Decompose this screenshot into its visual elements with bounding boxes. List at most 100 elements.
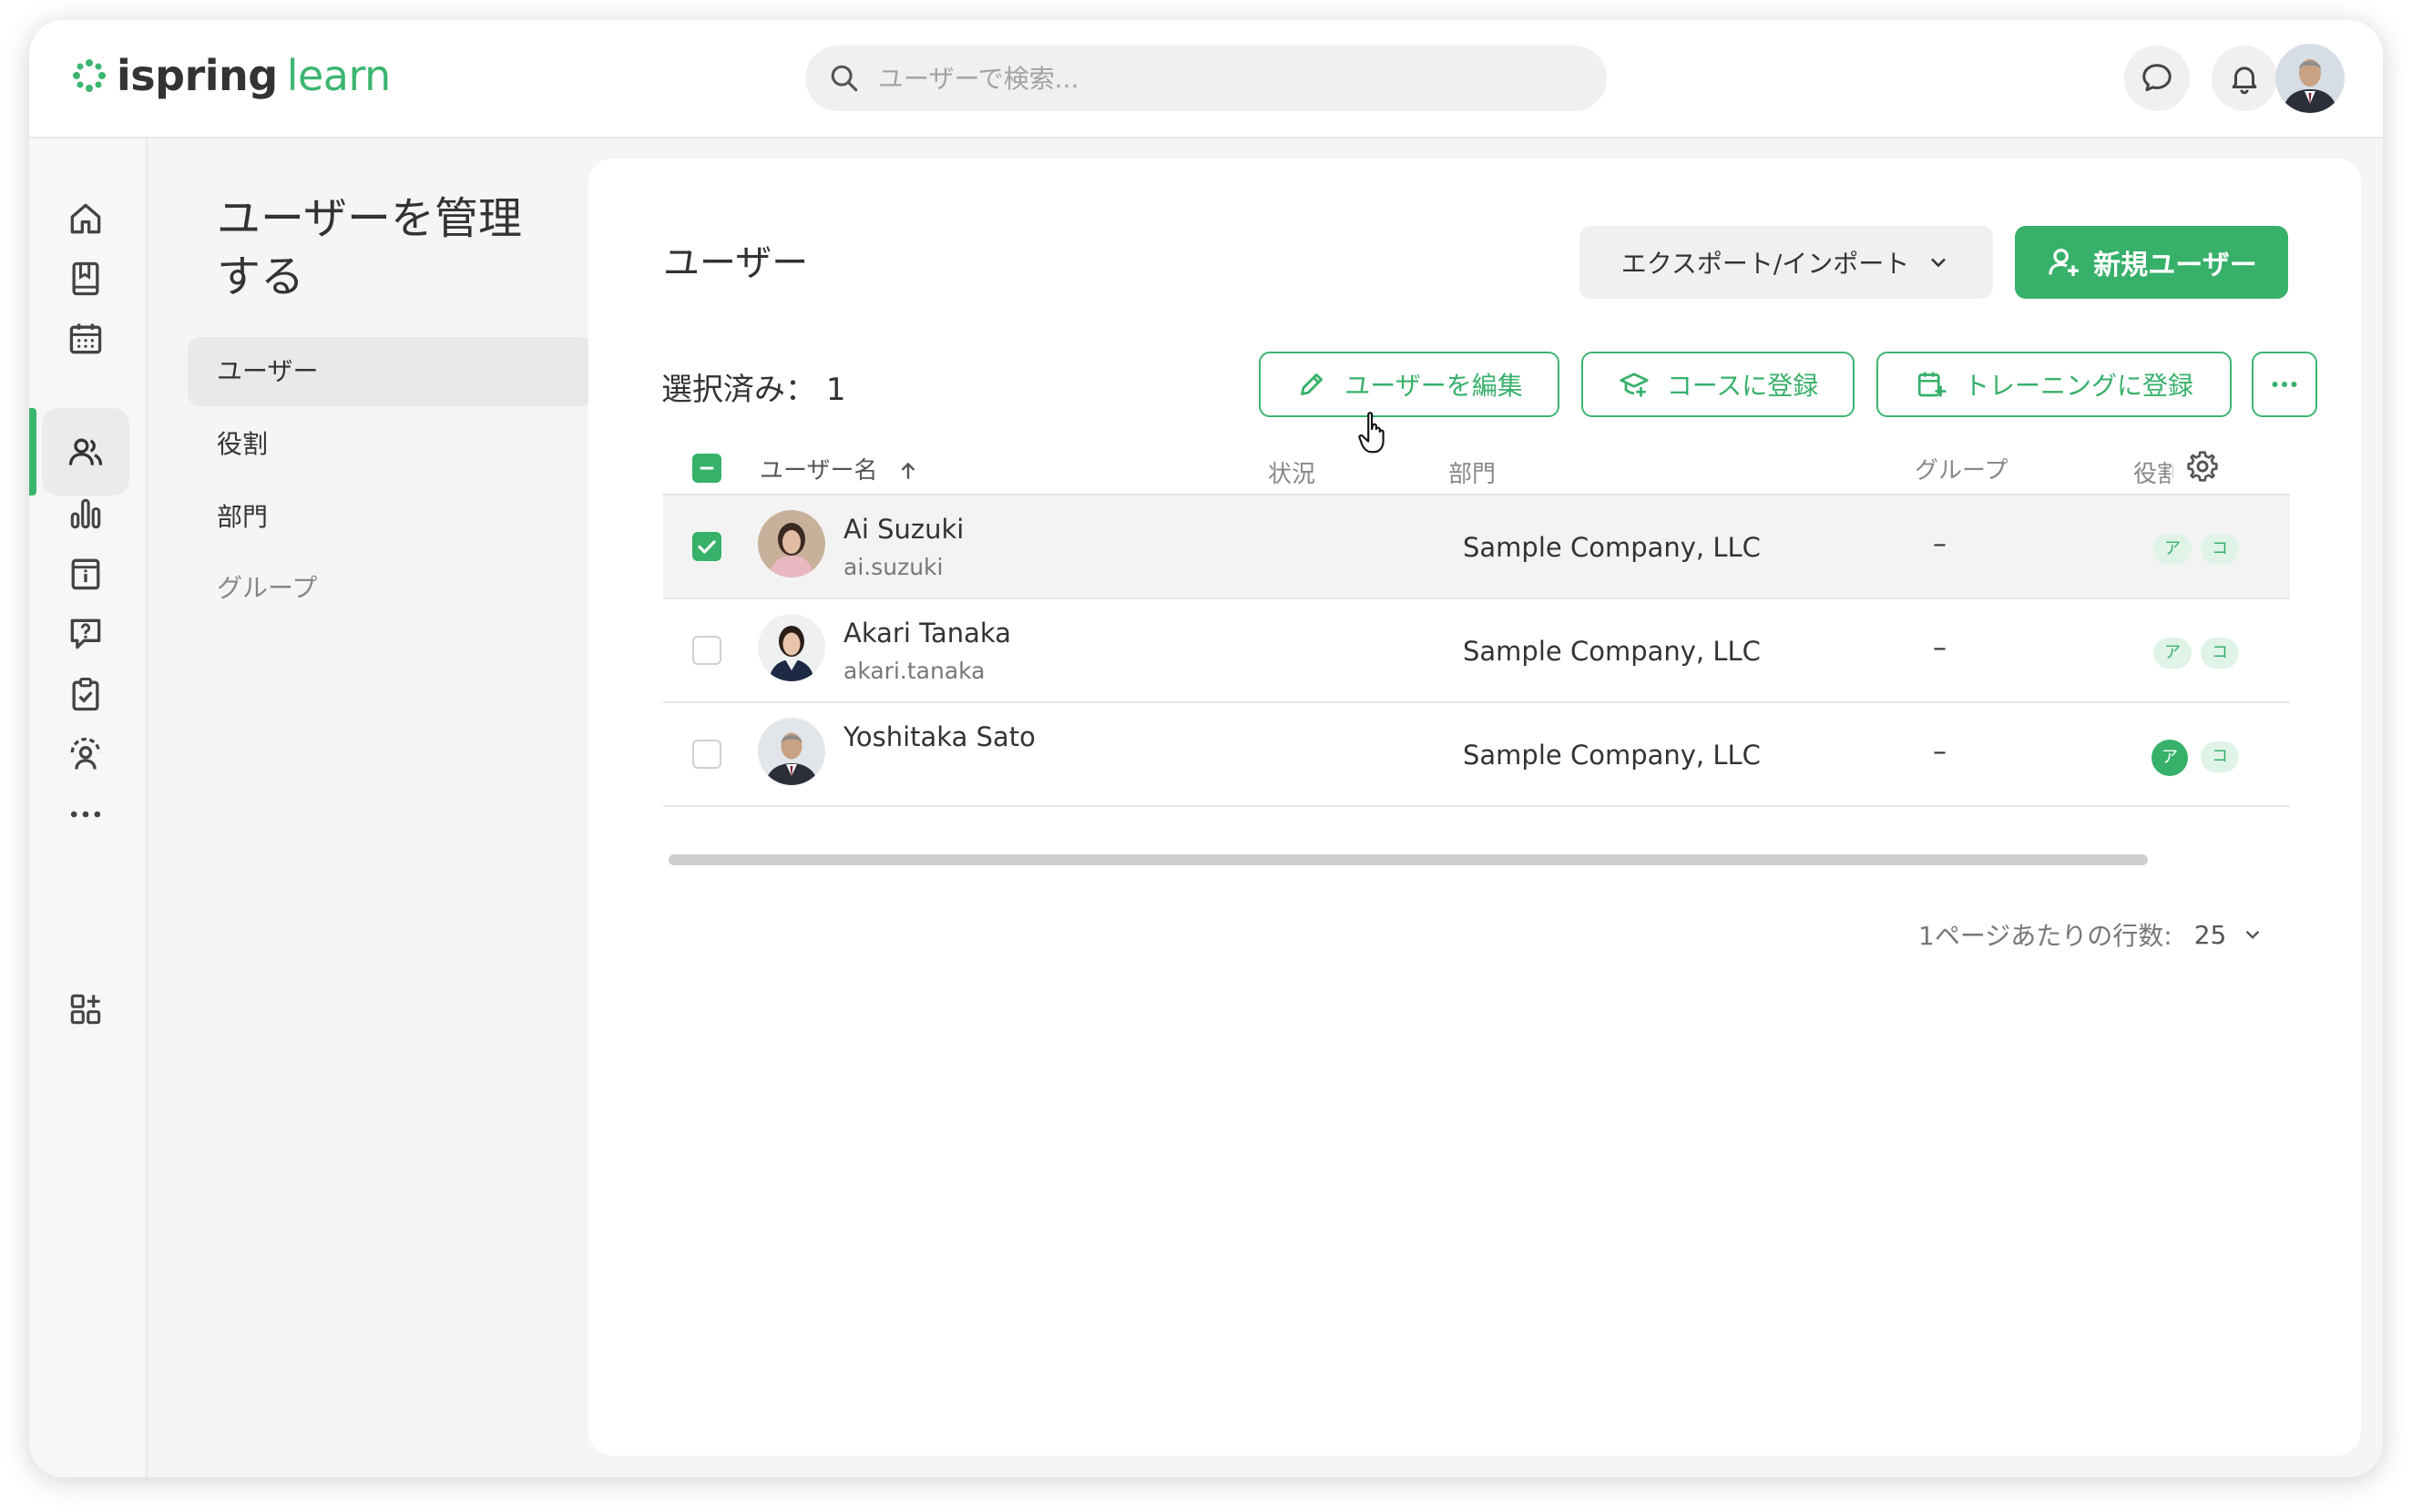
pencil-icon: [1301, 373, 1324, 395]
subnav-item-roles[interactable]: 役割: [188, 410, 594, 479]
calendar-add-icon: [1917, 372, 1947, 397]
support-icon: [70, 737, 101, 770]
rail-apps[interactable]: [42, 965, 129, 1053]
search-input[interactable]: [876, 62, 1572, 95]
role-badge: ア: [2153, 534, 2192, 565]
search-bar[interactable]: [805, 46, 1607, 111]
ispring-logo[interactable]: ispring learn: [69, 51, 391, 100]
user-department: Sample Company, LLC: [1463, 636, 1761, 667]
edit-user-button[interactable]: ユーザーを編集: [1259, 352, 1559, 417]
avatar: [758, 614, 825, 681]
chat-icon: [2142, 64, 2172, 92]
subnav-item-groups[interactable]: グループ: [188, 554, 594, 623]
table-header: ユーザー名 状況 部門 グループ 役割: [663, 443, 2290, 495]
role-badge: コ: [2201, 534, 2239, 565]
question-icon: [70, 618, 101, 649]
notifications-button[interactable]: [2212, 46, 2277, 111]
rail-calendar[interactable]: [42, 295, 129, 383]
user-name[interactable]: Akari Tanaka: [843, 618, 1011, 649]
logo-text: ispring learn: [117, 51, 391, 100]
add-user-icon: [2049, 249, 2080, 276]
rows-per-page-label: 1ページあたりの行数:: [1918, 921, 2172, 951]
subnav-item-departments[interactable]: 部門: [188, 483, 594, 552]
subnav-title: ユーザーを管理する: [217, 193, 523, 302]
chevron-down-icon: [1931, 258, 1947, 268]
horizontal-scrollbar[interactable]: [669, 854, 2148, 865]
select-all-checkbox[interactable]: [692, 454, 721, 483]
role-badge: コ: [2201, 741, 2239, 772]
users-panel: ユーザー エクスポート/インポート 新規ユーザー 選択済み： 1 ユーザーを編集…: [588, 158, 2361, 1456]
avatar: [758, 510, 825, 577]
new-user-label: 新規ユーザー: [2093, 250, 2257, 281]
chevron-down-icon: [2246, 930, 2260, 939]
user-name[interactable]: Ai Suzuki: [843, 514, 964, 545]
chat-button[interactable]: [2124, 46, 2190, 111]
ispring-logo-icon: [73, 59, 106, 92]
user-login: akari.tanaka: [843, 658, 986, 684]
arrow-up-icon: [901, 462, 915, 479]
user-login: ai.suzuki: [843, 554, 944, 580]
avatar-man-portrait: [2275, 44, 2345, 113]
subnav-item-users[interactable]: ユーザー: [188, 337, 594, 406]
users-subnav: ユーザーを管理する ユーザー 役割 部門 グループ: [148, 138, 603, 1477]
avatar-woman-portrait: [758, 614, 825, 681]
user-group: –: [1933, 528, 1947, 560]
avatar-woman-portrait: [758, 510, 825, 577]
row-checkbox[interactable]: [692, 636, 721, 665]
rows-per-page-value: 25: [2193, 919, 2227, 950]
table-row[interactable]: Akari Tanaka akari.tanaka Sample Company…: [663, 599, 2290, 703]
table-row[interactable]: Ai Suzuki ai.suzuki Sample Company, LLC …: [663, 495, 2290, 599]
gear-icon[interactable]: [2184, 448, 2221, 485]
rail-more[interactable]: [42, 771, 129, 858]
role-badge: ア: [2151, 740, 2188, 776]
new-user-button[interactable]: 新規ユーザー: [2015, 226, 2288, 299]
enroll-course-label: コースに登録: [1666, 371, 1819, 401]
search-icon: [831, 65, 858, 92]
avatar-man-portrait: [758, 718, 825, 785]
role-badge: ア: [2153, 638, 2192, 669]
row-checkbox[interactable]: [692, 740, 721, 769]
column-department[interactable]: 部門: [1448, 455, 1496, 489]
user-group: –: [1933, 632, 1947, 664]
enroll-training-label: トレーニングに登録: [1963, 371, 2193, 401]
column-role[interactable]: 役割: [2133, 455, 2173, 489]
app-window: ispring learn ユーザーで検索... ユーザーを管理する ユーザー …: [29, 20, 2383, 1477]
user-group: –: [1933, 736, 1947, 768]
export-import-label: エクスポート/インポート: [1620, 249, 1910, 279]
user-name[interactable]: Yoshitaka Sato: [843, 721, 1036, 752]
checkmark-icon: [698, 540, 716, 554]
column-name[interactable]: ユーザー名: [760, 452, 920, 485]
enroll-course-button[interactable]: コースに登録: [1581, 352, 1855, 417]
avatar: [758, 718, 825, 785]
user-department: Sample Company, LLC: [1463, 740, 1761, 771]
left-rail: [29, 138, 148, 1477]
apps-icon: [70, 994, 101, 1025]
more-horizontal-icon: [2272, 382, 2297, 387]
top-header: ispring learn: [29, 20, 2383, 138]
home-icon: [70, 203, 101, 234]
enroll-training-button[interactable]: トレーニングに登録: [1876, 352, 2232, 417]
bell-icon: [2232, 66, 2257, 95]
export-import-button[interactable]: エクスポート/インポート: [1579, 226, 1993, 299]
user-department: Sample Company, LLC: [1463, 532, 1761, 563]
minus-icon: [700, 466, 714, 470]
profile-avatar[interactable]: [2275, 44, 2345, 113]
active-indicator: [29, 408, 36, 495]
book-icon: [72, 261, 99, 296]
users-icon: [68, 438, 103, 465]
selected-count: 選択済み： 1: [661, 372, 846, 408]
info-icon: [71, 558, 100, 590]
column-status[interactable]: 状況: [1268, 455, 1315, 489]
reports-icon: [70, 498, 101, 529]
rows-per-page-select[interactable]: 1ページあたりの行数: 25: [1918, 916, 2264, 953]
clipboard-icon: [72, 678, 99, 711]
role-badge: コ: [2201, 638, 2239, 669]
page-title: ユーザー: [663, 242, 809, 284]
calendar-icon: [69, 323, 102, 354]
hand-cursor-icon: [1358, 412, 1385, 454]
table-row[interactable]: Yoshitaka Sato Sample Company, LLC – ア コ: [663, 703, 2290, 807]
more-actions-button[interactable]: [2252, 352, 2317, 417]
column-group[interactable]: グループ: [1915, 452, 2008, 485]
row-checkbox[interactable]: [692, 532, 721, 561]
graduation-cap-icon: [1620, 373, 1649, 397]
